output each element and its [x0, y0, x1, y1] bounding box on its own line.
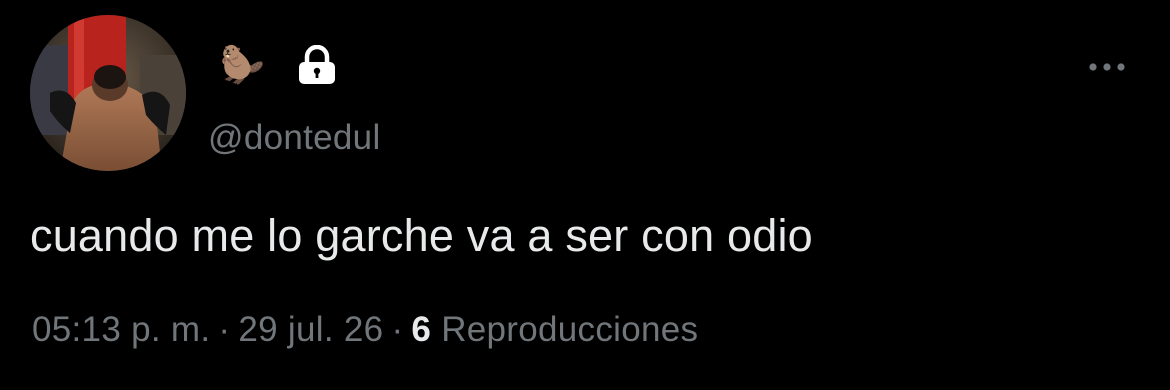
meta-separator: ·	[391, 310, 404, 349]
user-handle[interactable]: @dontedul	[208, 118, 381, 158]
avatar[interactable]	[30, 15, 186, 171]
tweet-date[interactable]: 29 jul. 26	[238, 310, 383, 349]
name-row: 🦫	[220, 40, 339, 90]
lock-icon	[295, 45, 339, 85]
tweet-text: cuando me lo garche va a ser con odio	[30, 210, 813, 261]
views-label: Reproducciones	[441, 310, 699, 349]
avatar-image	[30, 15, 186, 171]
tweet: 🦫 @dontedul cuando me lo garche va a ser…	[0, 0, 1170, 390]
more-options-button[interactable]	[1084, 52, 1130, 82]
tweet-time[interactable]: 05:13 p. m.	[32, 310, 210, 349]
more-horizontal-icon	[1089, 63, 1125, 71]
beaver-emoji-icon: 🦫	[220, 44, 265, 85]
views-count: 6	[411, 310, 432, 349]
tweet-meta: 05:13 p. m. · 29 jul. 26 · 6 Reproducciones	[32, 310, 698, 350]
meta-separator: ·	[218, 310, 231, 349]
